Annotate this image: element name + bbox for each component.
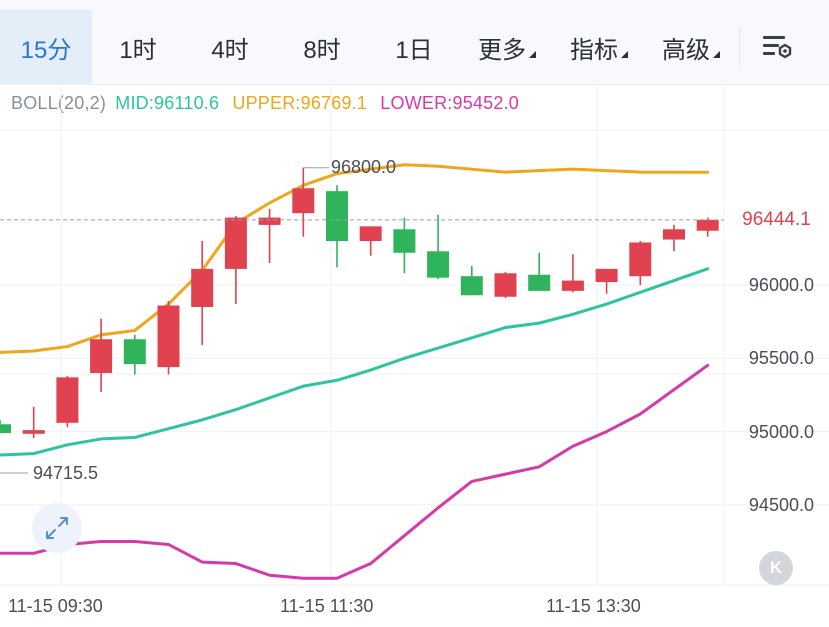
boll-upper-line [0, 163, 710, 354]
candle-body-up [561, 280, 584, 291]
low-price-label: 94715.5 [33, 463, 99, 483]
price-axis-label: 95500.0 [748, 348, 814, 368]
candle-body-down [528, 274, 551, 291]
high-price-label: 96800.0 [331, 157, 397, 177]
candle-body-down [123, 339, 146, 365]
candle-body-up [629, 242, 652, 277]
candle-body-up [90, 339, 113, 373]
kline-badge-label: K [769, 558, 783, 577]
price-axis-label: 95000.0 [748, 422, 814, 442]
candle-body-up [258, 217, 281, 225]
candle-body-down [393, 229, 416, 253]
kline-toggle-button[interactable]: K [759, 551, 793, 585]
time-axis-label: 11-15 13:30 [546, 596, 641, 616]
candle-body-down [0, 424, 11, 434]
candle-body-up [494, 273, 517, 297]
candle-body-up [292, 188, 315, 214]
candle-body-up [191, 268, 214, 307]
expand-arrows-icon [46, 517, 68, 539]
candle-body-up [224, 217, 247, 269]
candlestick-chart[interactable] [0, 0, 829, 627]
candle-body-up [22, 430, 45, 434]
candle-body-up [696, 219, 719, 231]
price-axis-label: 96000.0 [748, 275, 814, 295]
candle-body-up [157, 305, 180, 368]
candle-body-down [427, 251, 450, 278]
fullscreen-button[interactable] [32, 503, 82, 553]
candle-body-down [326, 191, 348, 242]
candle-body-up [595, 268, 618, 283]
candle-body-up [56, 377, 79, 423]
current-price-value: 96444.1 [742, 209, 811, 230]
candle-body-up [663, 229, 685, 240]
time-axis-label: 11-15 09:30 [8, 596, 103, 616]
price-axis-label: 94500.0 [748, 495, 814, 515]
candle-body-up [359, 226, 382, 242]
time-axis-label: 11-15 11:30 [280, 596, 374, 616]
candle-body-down [460, 276, 483, 296]
current-price-label: 96444.1 [724, 205, 829, 235]
boll-lower-line [0, 363, 710, 580]
